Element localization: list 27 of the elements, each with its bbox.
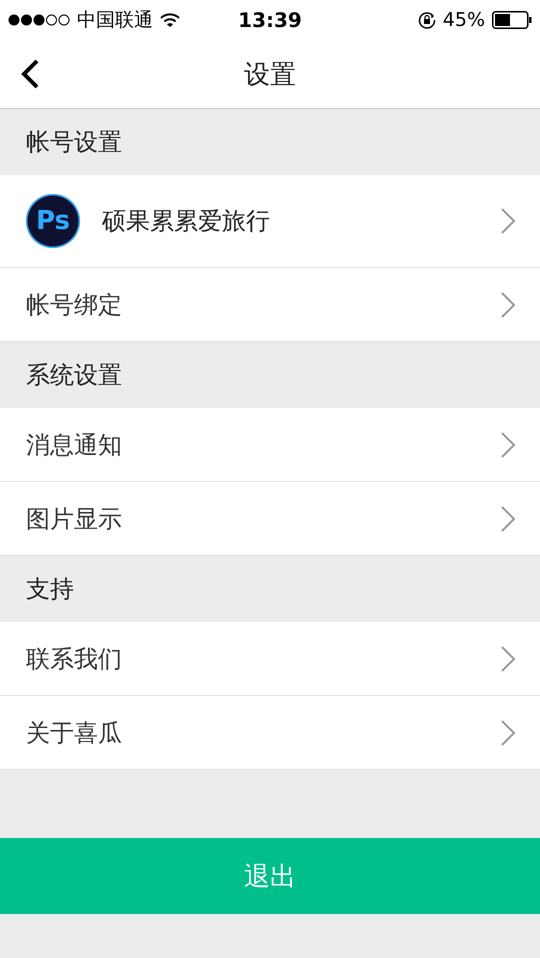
row-label: 联系我们 [26,644,123,674]
settings-row[interactable]: 消息通知 [0,408,540,482]
settings-row[interactable]: 关于喜瓜 [0,696,540,770]
row-label: 帐号绑定 [26,290,123,320]
wifi-icon [160,13,180,27]
page-title: 设置 [244,58,296,92]
settings-row[interactable]: 图片显示 [0,482,540,556]
carrier-name: 中国联通 [77,8,153,33]
chevron-right-icon [500,207,516,235]
chevron-right-icon [500,290,516,318]
row-label: 关于喜瓜 [26,718,123,748]
row-label: 图片显示 [26,504,123,534]
profile-name: 硕果累累爱旅行 [102,206,271,237]
settings-row[interactable]: 帐号绑定 [0,268,540,342]
chevron-right-icon [500,644,516,672]
settings-row[interactable]: 联系我们 [0,622,540,696]
chevron-right-icon [500,504,516,532]
rotation-lock-icon [418,11,436,29]
signal-icon [8,14,70,26]
battery-icon [492,11,532,29]
chevron-right-icon [500,430,516,458]
profile-row[interactable]: Ps 硕果累累爱旅行 [0,175,540,268]
battery-percent: 45% [442,9,485,31]
row-label: 消息通知 [26,430,123,460]
avatar: Ps [26,194,80,248]
chevron-right-icon [500,718,516,746]
clock-time: 13:39 [238,8,302,32]
